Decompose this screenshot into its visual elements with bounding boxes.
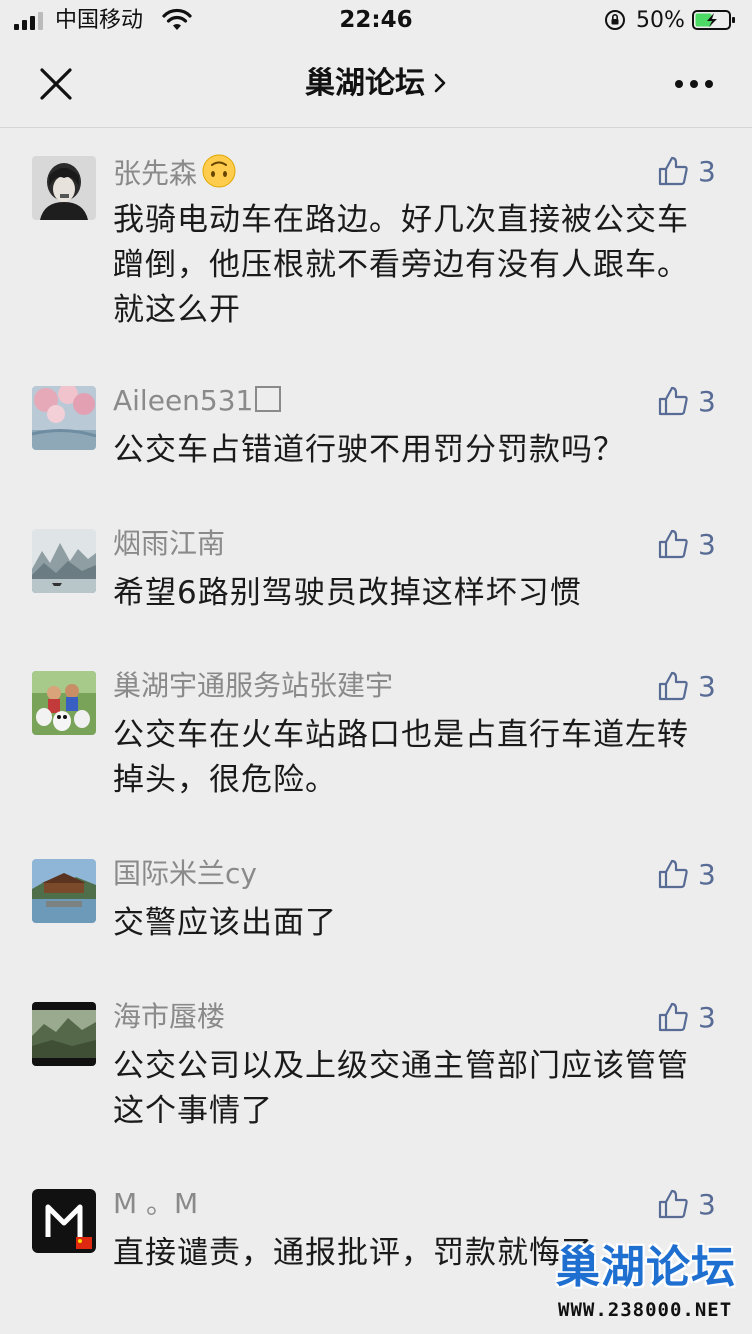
thumbs-up-icon xyxy=(658,156,688,186)
battery-percent: 50% xyxy=(636,8,685,33)
comment-text: 公交车占错道行驶不用罚分罚款吗？ xyxy=(113,432,625,468)
avatar[interactable] xyxy=(32,386,96,450)
upside-down-face-emoji-icon xyxy=(202,154,236,188)
like-button[interactable]: 3 xyxy=(656,384,726,420)
comment-author: 烟雨江南 xyxy=(113,527,226,560)
more-icon[interactable] xyxy=(672,72,716,96)
like-count: 3 xyxy=(698,858,716,891)
thumbs-up-icon xyxy=(658,859,688,889)
avatar[interactable] xyxy=(32,1189,96,1253)
thumbs-up-icon xyxy=(658,1189,688,1219)
thumbs-up-icon xyxy=(658,671,688,701)
nav-bar: 巢湖论坛 xyxy=(0,42,752,128)
comment-author: Aileen531 xyxy=(113,384,254,417)
like-button[interactable]: 3 xyxy=(656,1000,726,1036)
watermark-logo-text: 巢湖论坛 xyxy=(556,1242,736,1293)
like-count: 3 xyxy=(698,670,716,703)
forum-watermark-logo: 巢湖论坛 WWW.238000.NET xyxy=(552,1240,748,1330)
like-button[interactable]: 3 xyxy=(656,154,726,190)
comment-text: 我骑电动车在路边。好几次直接被公交车蹭倒，他压根就不看旁边有没有人跟车。就这么开 xyxy=(113,202,689,328)
like-count: 3 xyxy=(698,1188,716,1221)
thumbs-up-icon xyxy=(658,1002,688,1032)
unknown-glyph-box-icon xyxy=(255,386,282,412)
like-button[interactable]: 3 xyxy=(656,527,726,563)
avatar[interactable] xyxy=(32,529,96,593)
avatar[interactable] xyxy=(32,859,96,923)
avatar[interactable] xyxy=(32,156,96,220)
battery-icon xyxy=(692,10,735,30)
comment-text: 希望6路别驾驶员改掉这样坏习惯 xyxy=(113,575,582,611)
page-title: 巢湖论坛 xyxy=(305,66,425,101)
avatar[interactable] xyxy=(32,671,96,735)
comment-text: 公交公司以及上级交通主管部门应该管管这个事情了 xyxy=(113,1048,689,1129)
like-count: 3 xyxy=(698,155,716,188)
comment-text: 公交车在火车站路口也是占直行车道左转掉头，很危险。 xyxy=(113,717,689,798)
comment-author: 国际米兰cy xyxy=(113,857,257,890)
like-count: 3 xyxy=(698,1001,716,1034)
avatar[interactable] xyxy=(32,1002,96,1066)
thumbs-up-icon xyxy=(658,386,688,416)
watermark-url: WWW.238000.NET xyxy=(558,1299,733,1321)
like-button[interactable]: 3 xyxy=(656,669,726,705)
comment-author: M 。M xyxy=(113,1187,199,1220)
like-count: 3 xyxy=(698,528,716,561)
comment-text: 交警应该出面了 xyxy=(113,905,337,941)
comment-author: 海市蜃楼 xyxy=(113,1000,226,1033)
orientation-lock-icon xyxy=(605,10,625,30)
chevron-right-icon xyxy=(434,73,446,93)
thumbs-up-icon xyxy=(658,529,688,559)
status-bar: 中国移动 22:46 50% xyxy=(0,0,752,42)
like-button[interactable]: 3 xyxy=(656,1187,726,1223)
comment-author: 巢湖宇通服务站张建宇 xyxy=(113,669,394,702)
like-button[interactable]: 3 xyxy=(656,857,726,893)
comment-author: 张先森 xyxy=(113,157,198,190)
forum-title-link[interactable]: 巢湖论坛 xyxy=(0,64,752,104)
like-count: 3 xyxy=(698,385,716,418)
